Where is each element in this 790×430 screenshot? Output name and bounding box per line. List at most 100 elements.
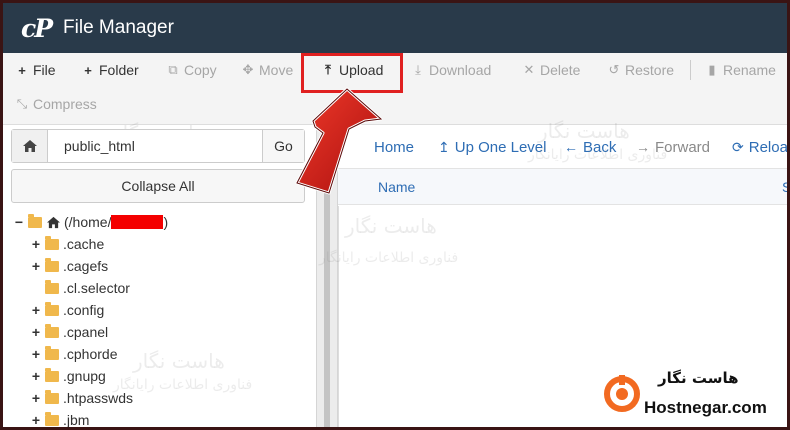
redacted-username [111, 215, 164, 229]
folder-icon [45, 257, 59, 272]
forward-label: Forward [655, 138, 711, 156]
tree-root-label: (/home/ [64, 214, 112, 230]
directory-tree-panel: هاست نگار فناوری اطلاعات رایانگار هاست ن… [3, 121, 316, 427]
size-column-header[interactable]: S [782, 179, 787, 195]
folder-icon [45, 389, 59, 404]
hostnegar-logo-icon [604, 375, 640, 412]
tree-item[interactable]: + .cphorde [30, 343, 117, 365]
home-icon [22, 140, 37, 152]
tree-item[interactable]: .cl.selector [42, 277, 130, 299]
restore-icon: ↺ [608, 62, 620, 77]
tree-item[interactable]: + .config [30, 299, 104, 321]
new-folder-label: Folder [99, 62, 139, 78]
watermark-text: فناوری اطلاعات رایانگار [319, 250, 459, 266]
up-one-level-button[interactable]: ↥ Up One Level [438, 125, 546, 169]
rename-icon: ▮ [708, 62, 716, 77]
tree-item-label: .config [63, 302, 105, 318]
collapse-toggle-icon[interactable]: − [13, 214, 25, 230]
plus-icon: + [18, 62, 26, 78]
path-bar: Go [11, 129, 305, 163]
forward-button[interactable]: → Forward [636, 125, 710, 169]
new-folder-button[interactable]: + Folder [81, 53, 139, 87]
move-button[interactable]: ✥ Move [241, 53, 294, 87]
expand-toggle-icon[interactable]: + [30, 346, 42, 362]
compress-label: Compress [33, 96, 97, 112]
reload-icon: ⟳ [732, 138, 744, 155]
app-header: cP File Manager [3, 3, 787, 53]
tree-item[interactable]: + .jbm [30, 409, 89, 427]
arrow-left-icon: ← [564, 139, 578, 155]
expand-toggle-icon[interactable]: + [30, 302, 42, 318]
arrow-right-icon: → [636, 139, 650, 155]
app-title: File Manager [63, 17, 174, 38]
toolbar: + File + Folder ⧉ Copy ✥ Move ⤒ Upload ⤓… [3, 53, 787, 125]
tree-item[interactable]: + .cpanel [30, 321, 108, 343]
new-file-label: File [33, 62, 56, 78]
move-icon: ✥ [242, 62, 254, 77]
level-up-icon: ↥ [438, 138, 450, 155]
tree-item[interactable]: + .htpasswds [30, 387, 133, 409]
watermark-text: هاست نگار [345, 214, 437, 238]
toolbar-divider [690, 60, 691, 80]
download-label: Download [429, 62, 492, 78]
copy-button[interactable]: ⧉ Copy [166, 53, 217, 87]
delete-button[interactable]: ✕ Delete [522, 53, 581, 87]
tree-item-label: .htpasswds [63, 390, 134, 406]
folder-icon [45, 345, 59, 360]
tree-item-label: .cl.selector [63, 280, 130, 296]
new-file-button[interactable]: + File [15, 53, 56, 87]
folder-icon [45, 235, 59, 250]
copy-label: Copy [184, 62, 217, 78]
download-button[interactable]: ⤓ Download [411, 53, 491, 87]
rename-label: Rename [723, 62, 776, 78]
tree-item[interactable]: + .cache [30, 233, 104, 255]
brand-watermark: هاست نگار Hostnegar.com [596, 365, 782, 423]
tree-item[interactable]: + .cagefs [30, 255, 108, 277]
brand-name-fa: هاست نگار [658, 369, 739, 387]
path-input[interactable] [48, 130, 262, 162]
reload-button[interactable]: ⟳ Reload [732, 125, 787, 169]
move-label: Move [259, 62, 294, 78]
folder-icon [45, 279, 59, 294]
navigation-bar: Home ↥ Up One Level ← Back → Forward ⟳ R… [338, 125, 787, 169]
folder-icon [45, 411, 59, 426]
expand-toggle-icon[interactable]: + [30, 368, 42, 384]
back-button[interactable]: ← Back [564, 125, 616, 169]
copy-icon: ⧉ [168, 62, 178, 77]
watermark-text: هاست نگار [133, 349, 225, 373]
back-label: Back [583, 138, 617, 156]
delete-icon: ✕ [523, 62, 535, 77]
download-icon: ⤓ [415, 62, 421, 77]
tree-item[interactable]: + .gnupg [30, 365, 106, 387]
watermark-text: فناوری اطلاعات رایانگار [113, 377, 253, 393]
folder-icon [45, 323, 59, 338]
tree-root-suffix: ) [163, 214, 169, 230]
expand-toggle-icon[interactable]: + [30, 390, 42, 406]
restore-button[interactable]: ↺ Restore [607, 53, 674, 87]
expand-toggle-icon[interactable]: + [30, 236, 42, 252]
tree-item-label: .cache [63, 236, 105, 252]
reload-label: Reload [748, 138, 787, 156]
compress-icon: ⤡ [16, 96, 28, 111]
cpanel-logo: cP [21, 13, 53, 43]
compress-button[interactable]: ⤡ Compress [15, 87, 97, 121]
expand-toggle-icon[interactable]: + [30, 324, 42, 340]
up-one-level-label: Up One Level [454, 138, 547, 156]
folder-icon [45, 367, 59, 382]
rename-button[interactable]: ▮ Rename [705, 53, 776, 87]
home-path-button[interactable] [12, 130, 48, 162]
pointer-arrow-icon [295, 87, 383, 195]
tree-root[interactable]: − (/home/ ) [13, 211, 168, 233]
folder-icon [45, 301, 59, 316]
delete-label: Delete [540, 62, 581, 78]
open-folder-icon [28, 213, 42, 228]
tree-item-label: .cphorde [63, 346, 118, 362]
tree-item-label: .gnupg [63, 368, 106, 384]
collapse-all-button[interactable]: Collapse All [11, 169, 305, 203]
tree-item-label: .jbm [63, 412, 90, 427]
expand-toggle-icon[interactable]: + [30, 412, 42, 427]
expand-toggle-icon[interactable]: + [30, 258, 42, 274]
file-table-header: Name S [338, 169, 787, 205]
brand-name-en: Hostnegar.com [644, 398, 767, 417]
restore-label: Restore [625, 62, 675, 78]
